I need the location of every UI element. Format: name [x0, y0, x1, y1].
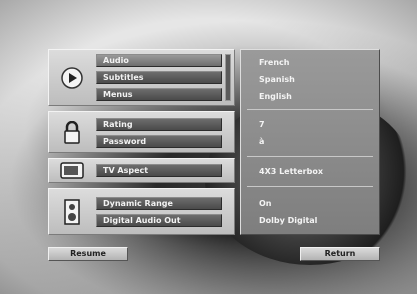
display-settings-group: TV Aspect — [48, 158, 235, 183]
value-menus: English — [259, 92, 292, 101]
value-rating: 7 — [259, 120, 265, 129]
menu-item-menus[interactable]: Menus — [96, 88, 222, 101]
value-audio: French — [259, 58, 290, 67]
value-digital-audio-out: Dolby Digital — [259, 216, 318, 225]
setup-menu: Audio Subtitles Menus Rating Password TV… — [48, 49, 380, 235]
menu-item-rating[interactable]: Rating — [96, 118, 222, 131]
menu-item-tv-aspect[interactable]: TV Aspect — [96, 164, 222, 177]
menu-item-subtitles[interactable]: Subtitles — [96, 71, 222, 84]
menu-item-audio[interactable]: Audio — [96, 54, 222, 67]
speaker-icon — [57, 198, 87, 226]
sound-settings-group: Dynamic Range Digital Audio Out — [48, 188, 235, 235]
value-dynamic-range: On — [259, 199, 272, 208]
menu-item-dynamic-range[interactable]: Dynamic Range — [96, 197, 222, 210]
audio-disc-icon — [57, 64, 87, 92]
return-button[interactable]: Return — [300, 247, 380, 261]
settings-values-panel: French Spanish English 7 à 4X3 Letterbox… — [240, 49, 380, 235]
settings-list: Audio Subtitles Menus Rating Password TV… — [48, 49, 235, 235]
value-password: à — [259, 137, 265, 146]
divider — [247, 156, 373, 157]
value-tv-aspect: 4X3 Letterbox — [259, 167, 324, 176]
value-subtitles: Spanish — [259, 75, 295, 84]
divider — [247, 109, 373, 110]
tv-icon — [57, 161, 87, 181]
lock-icon — [57, 119, 87, 147]
audio-settings-group: Audio Subtitles Menus — [48, 49, 235, 106]
resume-button[interactable]: Resume — [48, 247, 128, 261]
menu-item-digital-audio-out[interactable]: Digital Audio Out — [96, 214, 222, 227]
menu-item-password[interactable]: Password — [96, 135, 222, 148]
divider — [247, 186, 373, 187]
scrollbar[interactable] — [225, 54, 231, 101]
parental-settings-group: Rating Password — [48, 111, 235, 153]
